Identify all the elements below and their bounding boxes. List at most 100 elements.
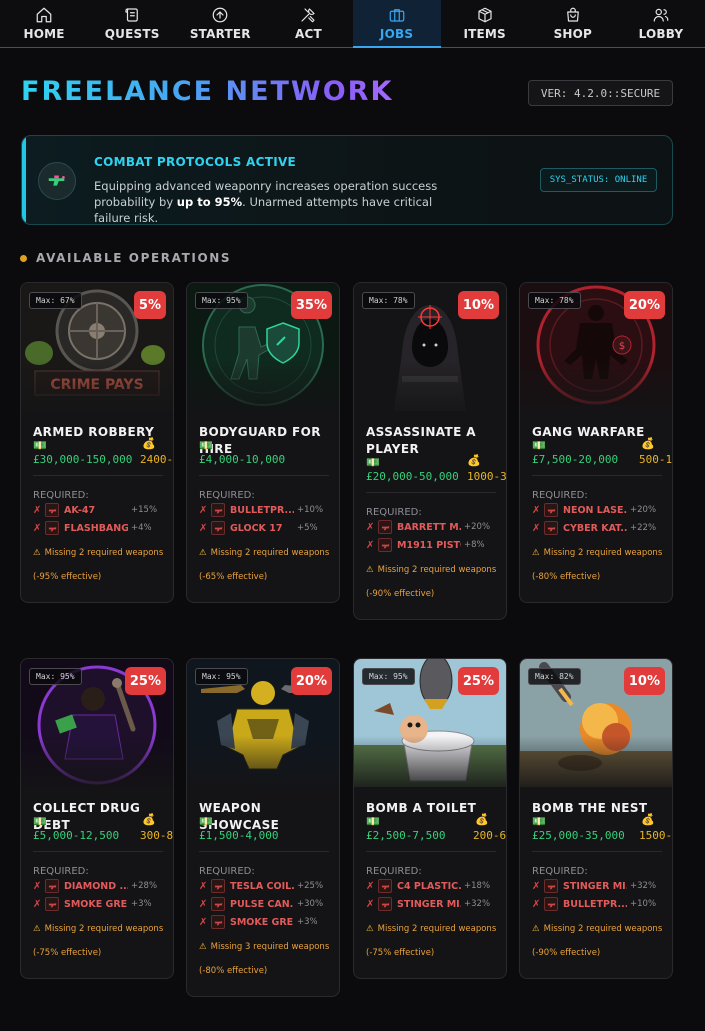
operation-card[interactable]: Max: 78% 10% ASSASSINATE A PLAYER 💵 £20,… xyxy=(353,282,507,620)
required-weapon[interactable]: ✗ BULLETPR... +10% xyxy=(199,502,329,518)
operation-card[interactable]: Max: 82% 10% BOMB THE NEST 💵 £25,000-35,… xyxy=(519,658,673,979)
top-navigation: HOME QUESTS STARTER ACT JOBS ITEMS SHOP … xyxy=(0,0,705,48)
nav-act[interactable]: ACT xyxy=(264,0,352,47)
required-weapon[interactable]: ✗ PULSE CAN... +30% xyxy=(199,896,329,912)
success-chance-badge: 25% xyxy=(124,667,166,695)
warning-text: Missing 2 required weapons xyxy=(44,548,164,558)
nav-label: STARTER xyxy=(189,27,251,41)
money-bag-icon: 💰 xyxy=(475,813,489,826)
weapon-name: SMOKE GRE... xyxy=(230,916,294,928)
cash-reward: £1,500-4,000 xyxy=(199,829,279,842)
required-weapon[interactable]: ✗ STINGER MI... +32% xyxy=(366,896,496,912)
required-weapon[interactable]: ✗ CYBER KAT... +22% xyxy=(532,520,662,536)
operation-image: CRIME PAYS Max: 67% 5% xyxy=(21,283,173,411)
required-weapon[interactable]: ✗ STINGER MI... +32% xyxy=(532,878,662,894)
required-weapon[interactable]: ✗ BARRETT M... +20% xyxy=(366,519,496,535)
operation-name: ASSASSINATE A PLAYER xyxy=(366,425,476,456)
card-divider xyxy=(366,851,496,852)
success-chance-badge: 20% xyxy=(623,291,665,319)
weapon-name: BARRETT M... xyxy=(397,521,461,533)
warning-icon: ⚠ xyxy=(532,548,540,558)
cash-icon: 💵 xyxy=(532,815,546,828)
nav-starter[interactable]: STARTER xyxy=(176,0,264,47)
max-chance-tag: Max: 67% xyxy=(29,292,82,309)
operation-card[interactable]: Max: 95% 35% BODYGUARD FOR HIRE 💵 £4,000… xyxy=(186,282,340,603)
operation-card[interactable]: Max: 95% 20% WEAPON SHOWCASE 💵 £1,500-4,… xyxy=(186,658,340,997)
missing-weapons-warning: ⚠ Missing 2 required weapons xyxy=(532,924,664,934)
nav-jobs[interactable]: JOBS xyxy=(352,0,441,48)
required-weapon[interactable]: ✗ GLOCK 17 +5% xyxy=(199,520,329,536)
version-badge: VER: 4.2.0::SECURE xyxy=(528,80,673,106)
home-icon xyxy=(36,7,52,23)
missing-x-icon: ✗ xyxy=(199,504,208,516)
weapon-bonus: +20% xyxy=(630,505,657,515)
effectiveness-text: (-75% effective) xyxy=(33,948,102,958)
banner-text: Equipping advanced weaponry increases op… xyxy=(94,179,438,225)
weapon-icon xyxy=(45,521,59,535)
weapon-bonus: +10% xyxy=(630,899,657,909)
nav-home[interactable]: HOME xyxy=(0,0,88,47)
required-weapon[interactable]: ✗ TESLA COIL... +25% xyxy=(199,878,329,894)
weapon-bonus: +22% xyxy=(630,523,657,533)
required-weapon[interactable]: ✗ BULLETPR... +10% xyxy=(532,896,662,912)
weapon-icon xyxy=(211,915,225,929)
cash-reward: £5,000-12,500 xyxy=(33,829,120,842)
missing-x-icon: ✗ xyxy=(199,880,208,892)
max-chance-tag: Max: 95% xyxy=(195,292,248,309)
xp-reward: 2400- xyxy=(140,453,174,466)
missing-weapons-warning: ⚠ Missing 2 required weapons xyxy=(199,548,331,558)
nav-lobby[interactable]: LOBBY xyxy=(617,0,705,47)
money-bag-icon: 💰 xyxy=(641,813,655,826)
effectiveness-text: (-65% effective) xyxy=(199,572,268,582)
nav-quests[interactable]: QUESTS xyxy=(88,0,176,47)
missing-x-icon: ✗ xyxy=(199,898,208,910)
cash-reward: £2,500-7,500 xyxy=(366,829,446,842)
warning-text: Missing 3 required weapons xyxy=(210,942,330,952)
weapon-name: STINGER MI... xyxy=(397,898,461,910)
xp-reward: 300-800 xyxy=(140,829,174,842)
cash-reward: £4,000-10,000 xyxy=(199,453,286,466)
required-weapon[interactable]: ✗ SMOKE GRE... +3% xyxy=(33,896,163,912)
warning-text: Missing 2 required weapons xyxy=(377,565,497,575)
xp-reward: 1000-3 xyxy=(467,470,507,483)
required-weapon[interactable]: ✗ NEON LASE... +20% xyxy=(532,502,662,518)
nav-label: JOBS xyxy=(379,27,414,41)
operation-card[interactable]: $ Max: 78% 20% GANG WARFARE 💵 £7,500-20,… xyxy=(519,282,673,603)
effectiveness-text: (-95% effective) xyxy=(33,572,102,582)
nav-shop[interactable]: SHOP xyxy=(529,0,617,47)
missing-x-icon: ✗ xyxy=(532,880,541,892)
warning-icon: ⚠ xyxy=(199,942,207,952)
nav-label: HOME xyxy=(23,27,65,41)
required-weapon[interactable]: ✗ M1911 PISTOL +8% xyxy=(366,537,496,553)
success-chance-badge: 5% xyxy=(133,291,166,319)
operation-card[interactable]: Max: 95% 25% BOMB A TOILET 💵 £2,500-7,50… xyxy=(353,658,507,979)
weapon-icon xyxy=(378,897,392,911)
missing-x-icon: ✗ xyxy=(33,898,42,910)
arrow-up-circle-icon xyxy=(212,7,228,23)
nav-label: QUESTS xyxy=(104,27,160,41)
nav-items[interactable]: ITEMS xyxy=(441,0,529,47)
weapon-name: FLASHBANG xyxy=(64,522,128,534)
xp-reward: 200-600 xyxy=(473,829,507,842)
weapon-bonus: +3% xyxy=(131,899,152,909)
weapon-bonus: +25% xyxy=(297,881,324,891)
required-label: REQUIRED: xyxy=(532,490,588,501)
cash-icon: 💵 xyxy=(33,815,47,828)
required-weapon[interactable]: ✗ DIAMOND ... +28% xyxy=(33,878,163,894)
required-label: REQUIRED: xyxy=(532,866,588,877)
money-bag-icon: 💰 xyxy=(467,454,481,467)
missing-weapons-warning: ⚠ Missing 3 required weapons xyxy=(199,942,331,952)
operation-card[interactable]: CRIME PAYS Max: 67% 5% ARMED ROBBERY 💵 £… xyxy=(20,282,174,603)
weapon-icon xyxy=(211,879,225,893)
required-weapon[interactable]: ✗ C4 PLASTIC... +18% xyxy=(366,878,496,894)
required-label: REQUIRED: xyxy=(33,490,89,501)
required-weapon[interactable]: ✗ FLASHBANG +4% xyxy=(33,520,163,536)
page-title: FREELANCE NETWORK xyxy=(21,76,394,107)
warning-text: Missing 2 required weapons xyxy=(543,548,663,558)
required-weapon[interactable]: ✗ SMOKE GRE... +3% xyxy=(199,914,329,930)
max-chance-tag: Max: 78% xyxy=(362,292,415,309)
operation-card[interactable]: Max: 95% 25% COLLECT DRUG DEBT 💵 £5,000-… xyxy=(20,658,174,979)
operation-image: Max: 78% 10% xyxy=(354,283,506,411)
operation-image: Max: 82% 10% xyxy=(520,659,672,787)
required-weapon[interactable]: ✗ AK-47 +15% xyxy=(33,502,163,518)
